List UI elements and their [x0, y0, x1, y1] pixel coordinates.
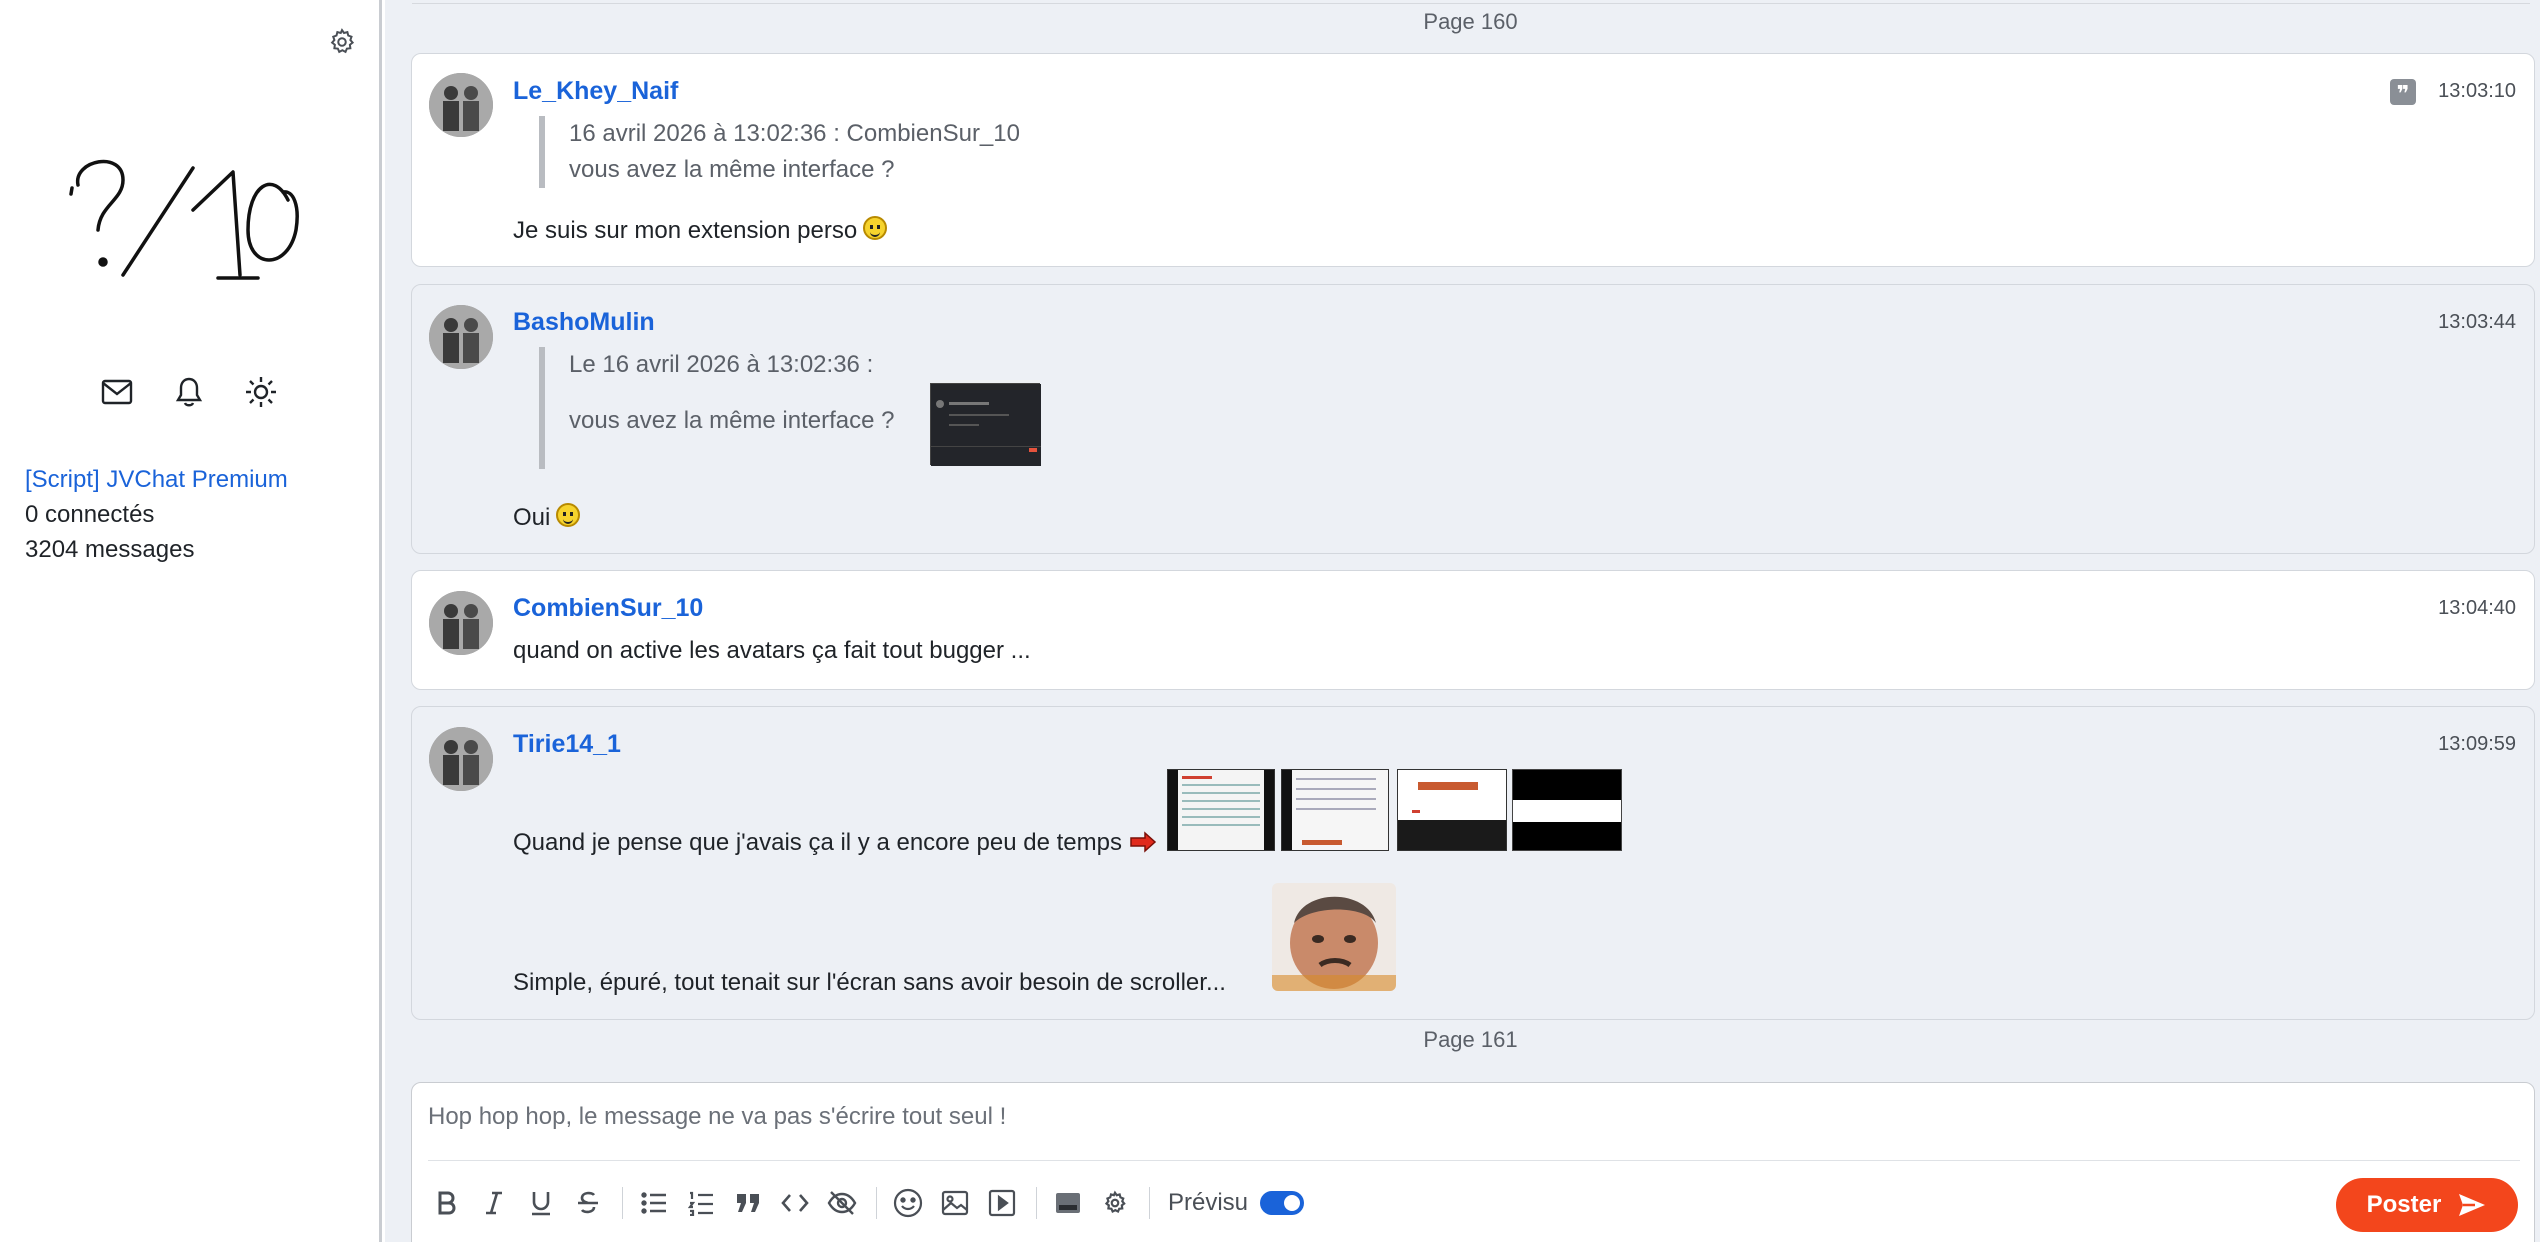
quote-header: Le 16 avril 2026 à 13:02:36 :	[569, 351, 874, 378]
post-button-label: Poster	[2366, 1191, 2442, 1218]
italic-icon[interactable]	[477, 1186, 511, 1220]
avatar[interactable]	[429, 305, 493, 369]
sticker-icon[interactable]	[1051, 1186, 1085, 1220]
message-time: 13:03:10	[2438, 80, 2516, 102]
image-thumbnail[interactable]	[930, 383, 1041, 466]
composer-divider	[428, 1160, 2520, 1161]
message-input[interactable]: Hop hop hop, le message ne va pas s'écri…	[428, 1103, 1006, 1131]
options-gear-icon[interactable]	[1098, 1186, 1132, 1220]
message-card: Tirie14_1 13:09:59 Quand je pense que j'…	[411, 706, 2535, 1020]
avatar[interactable]	[429, 73, 493, 137]
toolbar-separator	[622, 1187, 623, 1219]
toolbar-separator	[876, 1187, 877, 1219]
message-card: Le_Khey_Naif ❞ 13:03:10 16 avril 2026 à …	[411, 53, 2535, 267]
formatting-toolbar: Prévisu	[430, 1183, 1305, 1223]
smiley-picker-icon[interactable]	[891, 1186, 925, 1220]
toolbar-separator	[1149, 1187, 1150, 1219]
message-composer: Hop hop hop, le message ne va pas s'écri…	[411, 1082, 2535, 1242]
message-card: CombienSur_10 13:04:40 quand on active l…	[411, 570, 2535, 690]
message-time: 13:04:40	[2438, 597, 2516, 619]
spoiler-eye-off-icon[interactable]	[825, 1186, 859, 1220]
message-body-text: Oui	[513, 504, 551, 531]
sun-icon[interactable]	[244, 375, 278, 409]
image-thumbnail[interactable]	[1512, 769, 1622, 851]
post-button[interactable]: Poster	[2336, 1178, 2518, 1232]
message-area: Page 160 Le_Khey_Naif ❞ 13:03:10 16 avri…	[385, 0, 2540, 1242]
image-icon[interactable]	[938, 1186, 972, 1220]
image-thumbnail[interactable]	[1397, 769, 1507, 851]
bell-icon[interactable]	[172, 375, 206, 409]
underline-icon[interactable]	[524, 1186, 558, 1220]
message-body-text: Quand je pense que j'avais ça il y a enc…	[513, 829, 1122, 856]
quote-text: vous avez la même interface ?	[569, 407, 895, 434]
quote-icon[interactable]: ❞	[2390, 79, 2416, 106]
message-time: 13:09:59	[2438, 733, 2516, 755]
author-name[interactable]: CombienSur_10	[513, 594, 703, 623]
red-arrow-icon	[1129, 831, 1156, 853]
topic-info: [Script] JVChat Premium 0 connectés 3204…	[25, 462, 288, 567]
topic-logo	[68, 150, 308, 290]
avatar[interactable]	[429, 727, 493, 791]
smiley-icon	[863, 216, 888, 240]
preview-toggle[interactable]	[1260, 1191, 1305, 1215]
quote-header: 16 avril 2026 à 13:02:36 : CombienSur_10	[569, 120, 1020, 147]
bold-icon[interactable]	[430, 1186, 464, 1220]
connected-count: 0 connectés	[25, 501, 155, 528]
topic-link[interactable]: [Script] JVChat Premium	[25, 462, 288, 497]
page-label-bottom: Page 161	[1423, 1027, 1518, 1052]
preview-label: Prévisu	[1168, 1189, 1249, 1216]
message-card: BashoMulin 13:03:44 Le 16 avril 2026 à 1…	[411, 284, 2535, 554]
code-icon[interactable]	[778, 1186, 812, 1220]
author-name[interactable]: Le_Khey_Naif	[513, 77, 678, 106]
message-text: quand on active les avatars ça fait tout…	[513, 637, 1031, 664]
message-text: Oui	[513, 503, 581, 532]
message-text: Quand je pense que j'avais ça il y a enc…	[513, 829, 1157, 857]
sidebar: [Script] JVChat Premium 0 connectés 3204…	[0, 0, 382, 1242]
bullet-list-icon[interactable]	[637, 1186, 671, 1220]
page-label-top: Page 160	[1423, 9, 1518, 34]
message-time: 13:03:44	[2438, 311, 2516, 333]
author-name[interactable]: Tirie14_1	[513, 730, 621, 759]
numbered-list-icon[interactable]	[684, 1186, 718, 1220]
image-thumbnail[interactable]	[1281, 769, 1389, 851]
message-body-text: Je suis sur mon extension perso	[513, 217, 858, 244]
message-text: Je suis sur mon extension perso	[513, 216, 888, 245]
toolbar-separator	[1036, 1187, 1037, 1219]
video-icon[interactable]	[985, 1186, 1019, 1220]
author-name[interactable]: BashoMulin	[513, 308, 655, 337]
smiley-icon	[556, 503, 581, 527]
send-icon	[2459, 1194, 2486, 1216]
quote-text: vous avez la même interface ?	[569, 156, 895, 183]
blockquote: 16 avril 2026 à 13:02:36 : CombienSur_10…	[539, 116, 1020, 188]
messages-count: 3204 messages	[25, 536, 195, 563]
strikethrough-icon[interactable]	[571, 1186, 605, 1220]
avatar[interactable]	[429, 591, 493, 655]
sidebar-actions	[100, 375, 278, 409]
reaction-sticker-image[interactable]	[1272, 883, 1396, 991]
previous-message-edge	[412, 0, 2530, 4]
message-text: Simple, épuré, tout tenait sur l'écran s…	[513, 969, 1226, 996]
image-thumbnail[interactable]	[1167, 769, 1275, 851]
mail-icon[interactable]	[100, 375, 134, 409]
settings-gear-icon[interactable]	[327, 27, 357, 57]
blockquote: Le 16 avril 2026 à 13:02:36 : vous avez …	[539, 347, 895, 469]
quote-format-icon[interactable]	[731, 1186, 765, 1220]
